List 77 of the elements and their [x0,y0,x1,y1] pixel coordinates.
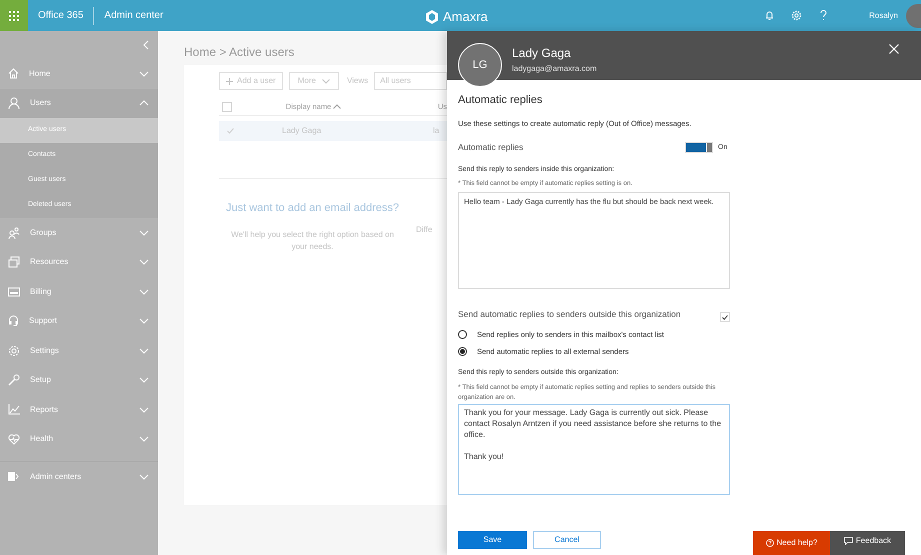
nav-icon [8,286,20,297]
select-all-checkbox[interactable] [222,102,232,112]
app-launcher-button[interactable] [0,0,28,31]
section-title: Automatic replies [458,93,544,108]
product-name: Office 365 [38,9,84,23]
brand-name: Amaxra [443,8,488,26]
grid-icon [9,10,19,20]
user-name: Rosalyn [869,10,898,22]
nav-icon [8,434,20,445]
nav-icon [8,315,19,328]
nav-item[interactable]: Health [0,424,158,454]
chevron-down-icon [322,78,330,84]
nav-icon [8,256,20,268]
more-button[interactable]: More [288,72,339,90]
feedback-button[interactable]: Feedback [830,531,905,555]
nav-item[interactable]: Setup [0,366,158,395]
help-icon [820,10,828,21]
chevron-down-icon [139,406,149,413]
toggle-label: Automatic replies [458,141,524,154]
chevron-down-icon [139,348,149,354]
cancel-button[interactable]: Cancel [533,530,601,548]
checkmark-icon [227,128,234,134]
add-user-button[interactable]: Add a user [219,72,283,90]
chevron-down-icon [139,230,149,236]
need-help-button[interactable]: Need help? [753,531,830,555]
chevron-down-icon [139,318,149,324]
nav-item[interactable]: Reports [0,395,158,424]
radio-button[interactable] [458,330,467,339]
close-icon [889,44,899,54]
section-title: Admin center [104,9,164,23]
chevron-down-icon [139,259,149,266]
save-button[interactable]: Save [458,530,527,548]
nav-item[interactable]: Settings [0,336,158,366]
nav-item[interactable]: Support [0,306,158,336]
checkmark-icon [722,314,728,320]
promo-link[interactable]: Just want to add an email address? [226,200,400,216]
views-dropdown[interactable]: All users [374,72,447,90]
speech-bubble-icon [844,536,853,544]
checkbox-label: Send automatic replies to senders outside this organization [458,308,682,321]
collapse-icon[interactable] [143,40,149,50]
user-email: ladygaga@amaxra.com [512,63,597,75]
nav-item[interactable]: Admin centers [0,462,158,492]
settings-icon [791,10,802,21]
user-avatar[interactable] [906,4,921,28]
breadcrumb: Home > Active users [184,44,294,61]
promo-text: Diffe [416,224,432,236]
chevron-down-icon [139,377,149,384]
nav-item[interactable]: Billing [0,277,158,306]
promo-text: We'll help you select the right option based on your needs. [230,228,395,252]
close-button[interactable] [889,44,899,54]
plus-icon [226,78,233,84]
chevron-down-icon [139,436,149,442]
chevron-down-icon [139,288,149,295]
sort-ascending-icon [333,104,342,109]
help-icon [766,539,774,547]
outside-checkbox[interactable] [720,312,730,322]
nav-item[interactable]: Home [0,59,158,88]
user-name: Lady Gaga [512,45,572,62]
nav-item[interactable]: Users [0,88,158,118]
bell-icon [765,10,774,21]
nav-icon [8,226,20,239]
chevron-down-icon [139,474,149,480]
nav-icon [8,404,20,416]
automatic-replies-toggle[interactable] [685,142,713,154]
nav-icon [8,97,20,110]
chevron-down-icon [139,70,149,77]
nav-icon [8,344,20,357]
chevron-up-icon [139,100,149,106]
nav-icon [8,374,20,386]
radio-button[interactable] [458,347,467,356]
nav-item[interactable]: Resources [0,248,158,277]
nav-icon [8,68,19,80]
nav-item[interactable]: Groups [0,218,158,248]
reply-outside-field[interactable]: Thank you for your message. Lady Gaga is currently out sick. Please contact Rosalyn Arntzen if you need assistance before she returns to the office. Thank you! [458,404,730,494]
nav-icon [8,471,20,482]
views-label: Views [346,75,368,87]
brand-logo-icon [424,8,440,25]
